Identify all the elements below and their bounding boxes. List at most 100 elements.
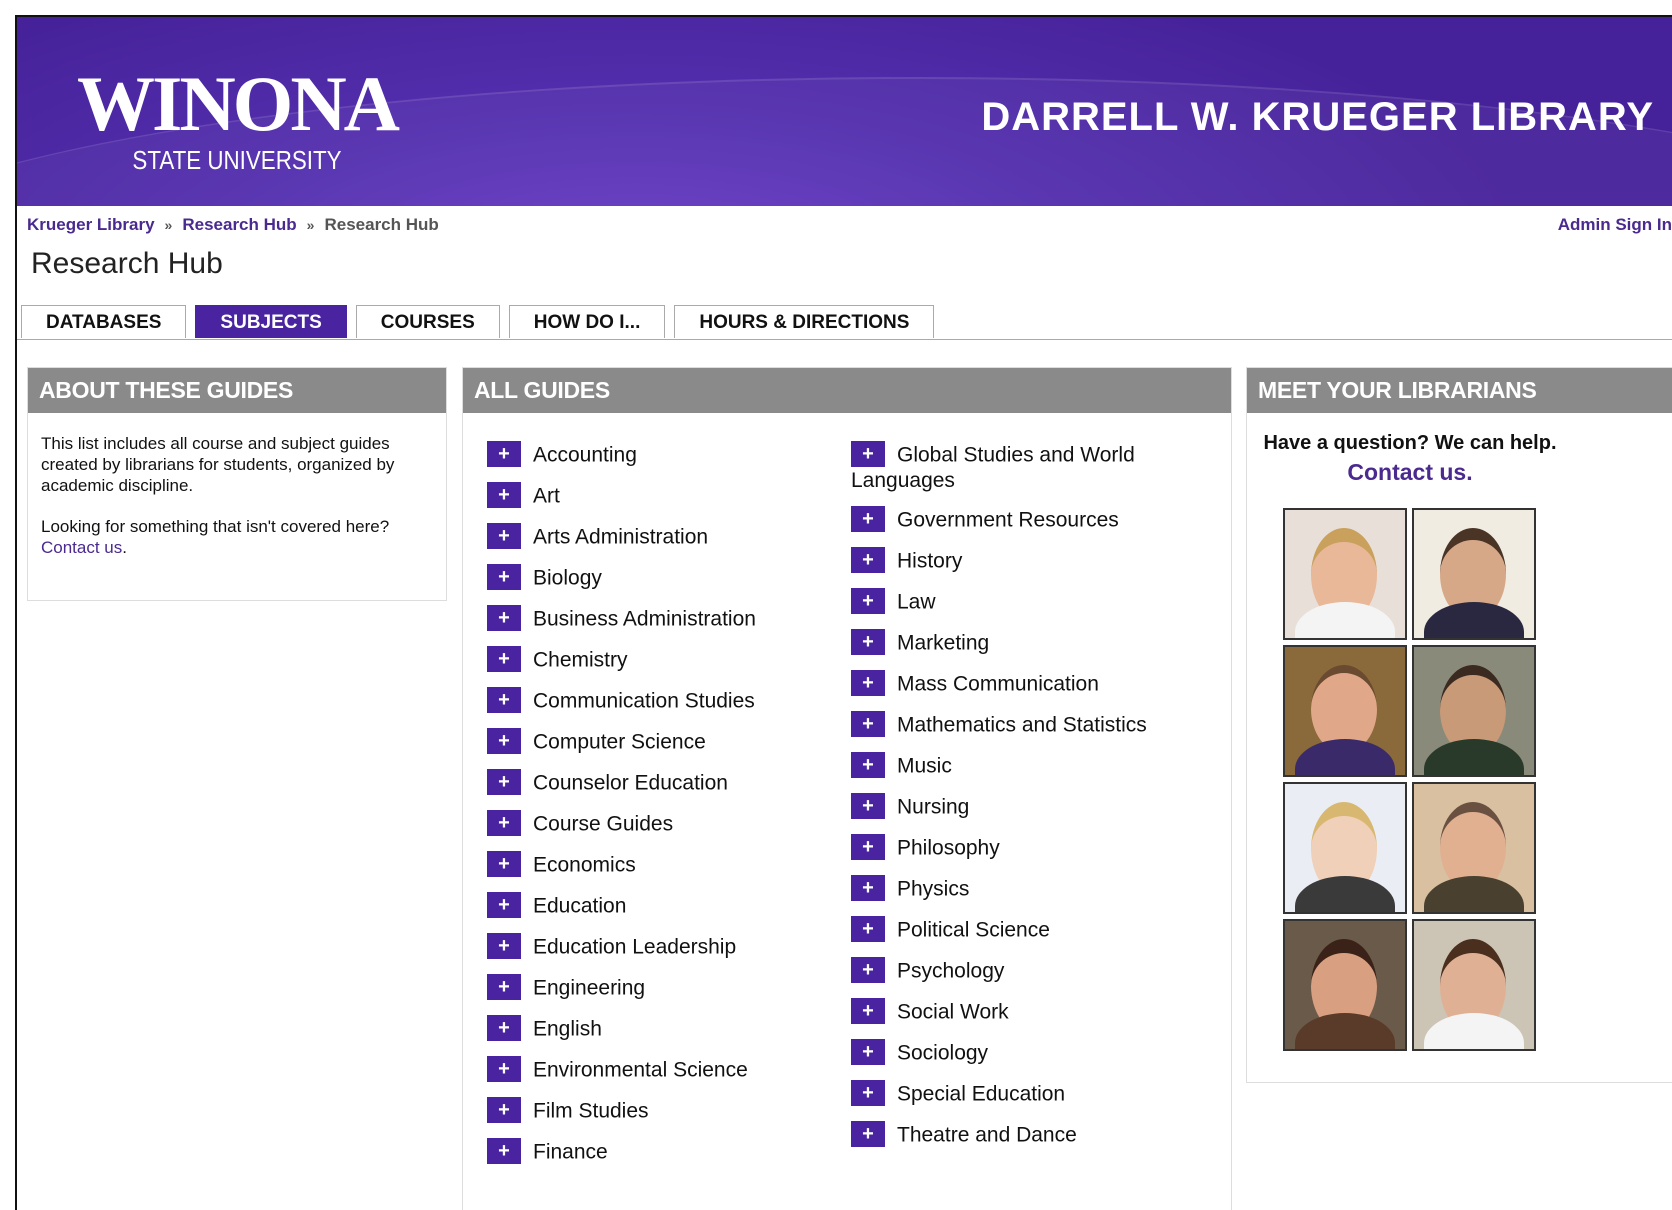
plus-icon[interactable]: + (487, 728, 521, 754)
guide-item-theatre-and-dance[interactable]: + Theatre and Dance (851, 1121, 1191, 1149)
guide-item-computer-science[interactable]: + Computer Science (487, 728, 827, 756)
plus-icon[interactable]: + (487, 564, 521, 590)
tabs-divider (17, 339, 1672, 340)
plus-icon[interactable]: + (487, 851, 521, 877)
librarian-photo[interactable] (1283, 919, 1407, 1051)
plus-icon[interactable]: + (487, 523, 521, 549)
guide-item-government-resources[interactable]: + Government Resources (851, 506, 1191, 534)
plus-icon[interactable]: + (487, 687, 521, 713)
plus-icon[interactable]: + (487, 933, 521, 959)
librarians-contact-link[interactable]: Contact us. (1347, 459, 1472, 485)
guide-item-law[interactable]: + Law (851, 588, 1191, 616)
guide-item-label: Psychology (897, 959, 1005, 983)
guide-item-sociology[interactable]: + Sociology (851, 1039, 1191, 1067)
tab-hours-directions[interactable]: HOURS & DIRECTIONS (674, 305, 935, 338)
plus-icon[interactable]: + (851, 875, 885, 901)
plus-icon[interactable]: + (851, 1121, 885, 1147)
tab-how-do-i[interactable]: HOW DO I... (508, 305, 666, 338)
librarian-photo[interactable] (1412, 645, 1536, 777)
plus-icon[interactable]: + (487, 605, 521, 631)
librarian-photo[interactable] (1412, 782, 1536, 914)
guide-item-marketing[interactable]: + Marketing (851, 629, 1191, 657)
plus-icon[interactable]: + (851, 916, 885, 942)
guide-item-course-guides[interactable]: + Course Guides (487, 810, 827, 838)
librarians-panel-title: MEET YOUR LIBRARIANS (1247, 368, 1672, 413)
librarian-photo[interactable] (1283, 645, 1407, 777)
guide-item-finance[interactable]: + Finance (487, 1138, 827, 1166)
guide-item-philosophy[interactable]: + Philosophy (851, 834, 1191, 862)
plus-icon[interactable]: + (851, 506, 885, 532)
plus-icon[interactable]: + (487, 974, 521, 1000)
plus-icon[interactable]: + (851, 547, 885, 573)
page-title: Research Hub (31, 247, 223, 280)
breadcrumb-krueger-library[interactable]: Krueger Library (27, 215, 155, 234)
guide-item-economics[interactable]: + Economics (487, 851, 827, 879)
guide-item-physics[interactable]: + Physics (851, 875, 1191, 903)
guide-item-mathematics-and-statistics[interactable]: + Mathematics and Statistics (851, 711, 1191, 739)
plus-icon[interactable]: + (851, 711, 885, 737)
guide-item-business-administration[interactable]: + Business Administration (487, 605, 827, 633)
plus-icon[interactable]: + (851, 629, 885, 655)
guide-item-special-education[interactable]: + Special Education (851, 1080, 1191, 1108)
guide-item-mass-communication[interactable]: + Mass Communication (851, 670, 1191, 698)
plus-icon[interactable]: + (851, 441, 885, 467)
guide-item-art[interactable]: + Art (487, 482, 827, 510)
guide-item-biology[interactable]: + Biology (487, 564, 827, 592)
guide-item-nursing[interactable]: + Nursing (851, 793, 1191, 821)
about-panel-title: ABOUT THESE GUIDES (28, 368, 446, 413)
librarian-photo[interactable] (1412, 508, 1536, 640)
plus-icon[interactable]: + (851, 752, 885, 778)
guide-item-music[interactable]: + Music (851, 752, 1191, 780)
guide-item-film-studies[interactable]: + Film Studies (487, 1097, 827, 1125)
plus-icon[interactable]: + (487, 1015, 521, 1041)
plus-icon[interactable]: + (851, 670, 885, 696)
guide-item-global-studies-and-world-languages[interactable]: + Global Studies and World Languages (851, 441, 1191, 493)
plus-icon[interactable]: + (487, 1138, 521, 1164)
guide-item-political-science[interactable]: + Political Science (851, 916, 1191, 944)
guide-item-engineering[interactable]: + Engineering (487, 974, 827, 1002)
librarian-photo[interactable] (1283, 508, 1407, 640)
guide-item-social-work[interactable]: + Social Work (851, 998, 1191, 1026)
librarian-photo[interactable] (1283, 782, 1407, 914)
guide-item-accounting[interactable]: + Accounting (487, 441, 827, 469)
plus-icon[interactable]: + (851, 793, 885, 819)
guide-item-counselor-education[interactable]: + Counselor Education (487, 769, 827, 797)
plus-icon[interactable]: + (487, 892, 521, 918)
plus-icon[interactable]: + (487, 1097, 521, 1123)
guide-item-education-leadership[interactable]: + Education Leadership (487, 933, 827, 961)
plus-icon[interactable]: + (851, 834, 885, 860)
tab-courses[interactable]: COURSES (355, 305, 500, 338)
about-contact-link[interactable]: Contact us (41, 538, 122, 557)
guide-item-education[interactable]: + Education (487, 892, 827, 920)
plus-icon[interactable]: + (851, 588, 885, 614)
librarian-photo[interactable] (1412, 919, 1536, 1051)
guide-item-arts-administration[interactable]: + Arts Administration (487, 523, 827, 551)
breadcrumb: Krueger Library » Research Hub » Research Hu… (27, 215, 439, 235)
plus-icon[interactable]: + (851, 957, 885, 983)
breadcrumb-research-hub[interactable]: Research Hub (182, 215, 296, 234)
guide-item-environmental-science[interactable]: + Environmental Science (487, 1056, 827, 1084)
plus-icon[interactable]: + (487, 769, 521, 795)
plus-icon[interactable]: + (851, 1039, 885, 1065)
plus-icon[interactable]: + (487, 646, 521, 672)
guide-item-label: Arts Administration (533, 525, 709, 549)
plus-icon[interactable]: + (851, 1080, 885, 1106)
tab-databases[interactable]: DATABASES (21, 305, 187, 338)
guide-item-psychology[interactable]: + Psychology (851, 957, 1191, 985)
guide-item-history[interactable]: + History (851, 547, 1191, 575)
plus-icon[interactable]: + (851, 998, 885, 1024)
admin-sign-in-link[interactable]: Admin Sign In (1558, 215, 1672, 235)
university-logo[interactable]: WINONA STATE UNIVERSITY (77, 63, 417, 183)
plus-icon[interactable]: + (487, 482, 521, 508)
librarians-question-text: Have a question? We can help. (1263, 432, 1557, 454)
plus-icon[interactable]: + (487, 1056, 521, 1082)
guide-item-english[interactable]: + English (487, 1015, 827, 1043)
tab-subjects[interactable]: SUBJECTS (195, 305, 347, 338)
plus-icon[interactable]: + (487, 810, 521, 836)
guide-item-communication-studies[interactable]: + Communication Studies (487, 687, 827, 715)
guide-item-chemistry[interactable]: + Chemistry (487, 646, 827, 674)
plus-icon[interactable]: + (487, 441, 521, 467)
logo-sub: STATE UNIVERSITY (132, 145, 342, 175)
guide-item-label: Music (897, 754, 952, 778)
guide-item-label: Theatre and Dance (897, 1123, 1077, 1147)
